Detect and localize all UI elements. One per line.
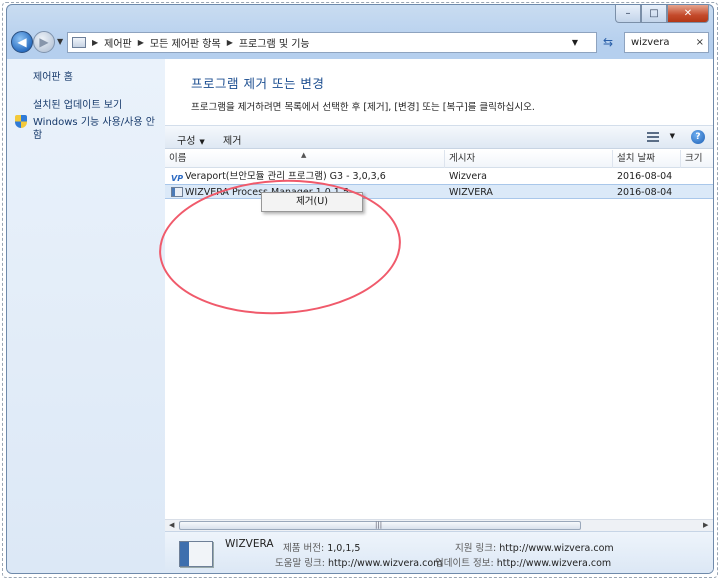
- task-pane: 제어판 홈 설치된 업데이트 보기 Windows 기능 사용/사용 안 함: [7, 59, 165, 573]
- address-row: ◀ ▶ ▼ ▶ 제어판 ▶ 모든 제어판 항목 ▶ 프로그램 및 기능 ▼ ⇆ …: [7, 29, 713, 57]
- details-version-label: 제품 버전:: [283, 543, 325, 554]
- breadcrumb-separator-icon[interactable]: ▶: [92, 38, 98, 47]
- help-icon[interactable]: ?: [691, 130, 705, 144]
- close-button[interactable]: ✕: [667, 5, 709, 23]
- shield-icon: [15, 115, 27, 128]
- address-bar[interactable]: ▶ 제어판 ▶ 모든 제어판 항목 ▶ 프로그램 및 기능 ▼: [67, 32, 597, 53]
- details-help-label: 도움말 링크:: [275, 558, 325, 569]
- program-install-date: 2016-08-04: [617, 171, 673, 182]
- page-description: 프로그램을 제거하려면 목록에서 선택한 후 [제거], [변경] 또는 [복구…: [191, 102, 535, 113]
- context-menu: 제거(U): [261, 192, 363, 212]
- back-button[interactable]: ◀: [11, 31, 33, 53]
- sort-ascending-icon: ▲: [301, 151, 307, 159]
- command-bar: 구성 ▼ 제거 ▼ ?: [165, 125, 713, 149]
- grip-icon: |||: [375, 521, 383, 529]
- minimize-button[interactable]: –: [615, 5, 641, 23]
- breadcrumb-separator-icon[interactable]: ▶: [227, 38, 233, 47]
- control-panel-icon: [72, 37, 86, 48]
- breadcrumb-all-items[interactable]: 모든 제어판 항목: [150, 35, 221, 50]
- details-support-link[interactable]: http://www.wizvera.com: [499, 543, 613, 554]
- details-support-label: 지원 링크:: [455, 543, 497, 554]
- program-row-selected[interactable]: WIZVERA Process Manager 1,0,1,5 WIZVERA …: [165, 184, 713, 199]
- list-header: 이름 ▲ 게시자 설치 날짜 크기: [165, 150, 713, 168]
- chevron-down-icon: ▼: [57, 37, 64, 46]
- details-help-link[interactable]: http://www.wizvera.com: [328, 558, 442, 569]
- column-header-install-date[interactable]: 설치 날짜: [613, 150, 681, 168]
- program-row[interactable]: VP Veraport(브안모듈 관리 프로그램) G3 - 3,0,3,6 W…: [165, 169, 713, 184]
- refresh-icon[interactable]: ⇆: [603, 35, 613, 49]
- details-update-label: 업데이트 정보:: [435, 558, 494, 569]
- veraport-icon: VP: [171, 174, 184, 183]
- program-publisher: Wizvera: [449, 171, 488, 182]
- details-pane: WIZVERA 제품 버전: 1,0,1,5 지원 링크: http://www…: [165, 531, 713, 573]
- column-header-publisher[interactable]: 게시자: [445, 150, 613, 168]
- organize-label: 구성: [177, 136, 196, 147]
- chevron-down-icon[interactable]: ▼: [670, 132, 675, 140]
- program-name: Veraport(브안모듈 관리 프로그램) G3 - 3,0,3,6: [185, 171, 386, 182]
- scroll-left-icon[interactable]: ◀: [169, 521, 174, 529]
- details-version-row: 제품 버전: 1,0,1,5: [283, 540, 360, 554]
- details-update-link[interactable]: http://www.wizvera.com: [497, 558, 611, 569]
- sidebar-link-windows-features[interactable]: Windows 기능 사용/사용 안 함: [33, 116, 159, 142]
- details-help-row: 도움말 링크: http://www.wizvera.com: [275, 555, 442, 569]
- program-publisher: WIZVERA: [449, 187, 493, 198]
- caption-buttons: – □ ✕: [615, 5, 709, 25]
- sidebar-link-control-panel-home[interactable]: 제어판 홈: [33, 71, 73, 84]
- column-header-name[interactable]: 이름 ▲: [165, 150, 445, 168]
- content-area: 제어판 홈 설치된 업데이트 보기 Windows 기능 사용/사용 안 함 프…: [7, 59, 713, 573]
- scroll-right-icon[interactable]: ▶: [703, 521, 708, 529]
- forward-button[interactable]: ▶: [33, 31, 55, 53]
- context-menu-uninstall[interactable]: 제거(U): [264, 195, 360, 209]
- breadcrumb-separator-icon[interactable]: ▶: [138, 38, 144, 47]
- details-version-value: 1,0,1,5: [327, 543, 361, 554]
- details-update-row: 업데이트 정보: http://www.wizvera.com: [435, 555, 611, 569]
- program-install-date: 2016-08-04: [617, 187, 673, 198]
- recent-pages-dropdown[interactable]: ▼: [57, 37, 63, 46]
- breadcrumb-programs-features[interactable]: 프로그램 및 기능: [239, 35, 310, 50]
- details-support-row: 지원 링크: http://www.wizvera.com: [455, 540, 614, 554]
- details-publisher: WIZVERA: [225, 538, 274, 550]
- program-large-icon: [179, 541, 213, 567]
- back-arrow-icon: ◀: [17, 35, 27, 49]
- search-value: wizvera: [631, 37, 670, 48]
- search-input[interactable]: wizvera ×: [624, 32, 709, 53]
- uninstall-button[interactable]: 제거: [223, 132, 241, 147]
- column-header-size[interactable]: 크기: [681, 150, 713, 168]
- app-window-icon: [171, 187, 183, 197]
- horizontal-scrollbar[interactable]: ◀ ||| ▶: [165, 519, 713, 531]
- main-pane: 프로그램 제거 또는 변경 프로그램을 제거하려면 목록에서 선택한 후 [제거…: [165, 59, 713, 573]
- forward-arrow-icon: ▶: [39, 35, 49, 49]
- control-panel-window: – □ ✕ ◀ ▶ ▼ ▶ 제어판 ▶ 모든 제어판 항목 ▶ 프로그램 및 기…: [6, 4, 714, 574]
- breadcrumb-control-panel[interactable]: 제어판: [104, 35, 132, 50]
- maximize-button[interactable]: □: [641, 5, 667, 23]
- clear-search-icon[interactable]: ×: [696, 33, 704, 52]
- scrollbar-thumb[interactable]: |||: [179, 521, 581, 530]
- address-dropdown-icon[interactable]: ▼: [572, 38, 578, 47]
- sidebar-link-view-updates[interactable]: 설치된 업데이트 보기: [33, 99, 122, 112]
- page-title: 프로그램 제거 또는 변경: [191, 76, 325, 91]
- column-name-label: 이름: [169, 153, 187, 164]
- chevron-down-icon: ▼: [199, 138, 205, 146]
- view-options-icon[interactable]: [647, 132, 659, 142]
- organize-button[interactable]: 구성 ▼: [177, 132, 205, 147]
